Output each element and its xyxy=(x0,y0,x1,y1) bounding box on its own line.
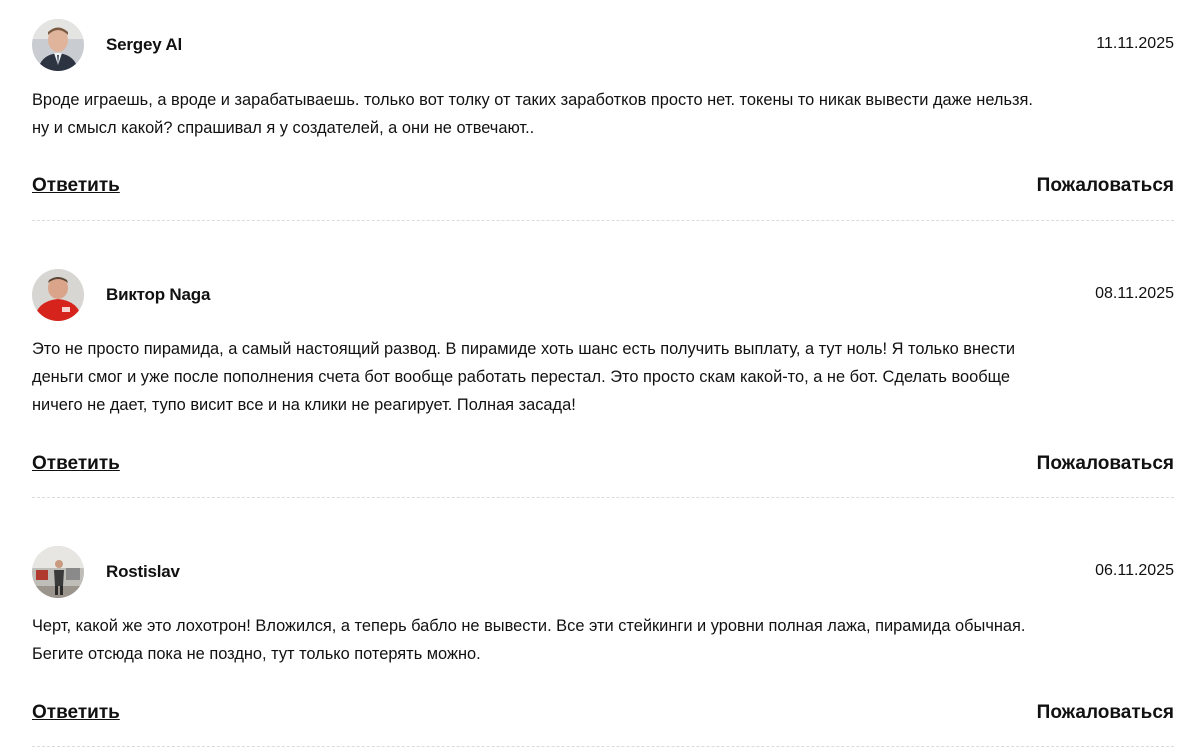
comment-author: Виктор Naga xyxy=(106,285,211,304)
comment-text: Это не просто пирамида, а самый настоящи… xyxy=(32,340,1015,414)
avatar xyxy=(32,19,84,71)
avatar xyxy=(32,546,84,598)
report-link[interactable]: Пожаловаться xyxy=(1037,175,1174,197)
reply-link[interactable]: Ответить xyxy=(32,175,120,197)
report-link[interactable]: Пожаловаться xyxy=(1037,453,1174,475)
comment-header: Виктор Naga 08.11.2025 xyxy=(32,269,1174,323)
comment-text: Вроде играешь, а вроде и зарабатываешь. … xyxy=(32,91,1033,137)
comment-date: 08.11.2025 xyxy=(1095,285,1174,302)
comment-author: Rostislav xyxy=(106,562,180,581)
comment-header: Rostislav 06.11.2025 xyxy=(32,546,1174,600)
comment-actions: Ответить Пожаловаться xyxy=(32,175,1174,201)
avatar xyxy=(32,269,84,321)
report-link[interactable]: Пожаловаться xyxy=(1037,702,1174,724)
comment-author: Sergey Al xyxy=(106,35,182,54)
comment-item: Виктор Naga 08.11.2025 Это не просто пир… xyxy=(32,221,1174,498)
comment-item: Sergey Al 11.11.2025 Вроде играешь, а вр… xyxy=(32,0,1174,221)
comment-date: 11.11.2025 xyxy=(1096,35,1174,52)
comment-actions: Ответить Пожаловаться xyxy=(32,453,1174,479)
comments-list: Sergey Al 11.11.2025 Вроде играешь, а вр… xyxy=(32,0,1174,747)
comment-actions: Ответить Пожаловаться xyxy=(32,702,1174,728)
reply-link[interactable]: Ответить xyxy=(32,453,120,475)
comment-header: Sergey Al 11.11.2025 xyxy=(32,19,1174,73)
comment-item: Rostislav 06.11.2025 Черт, какой же это … xyxy=(32,498,1174,747)
comment-date: 06.11.2025 xyxy=(1095,562,1174,579)
comment-text: Черт, какой же это лохотрон! Вложился, а… xyxy=(32,617,1026,663)
reply-link[interactable]: Ответить xyxy=(32,702,120,724)
